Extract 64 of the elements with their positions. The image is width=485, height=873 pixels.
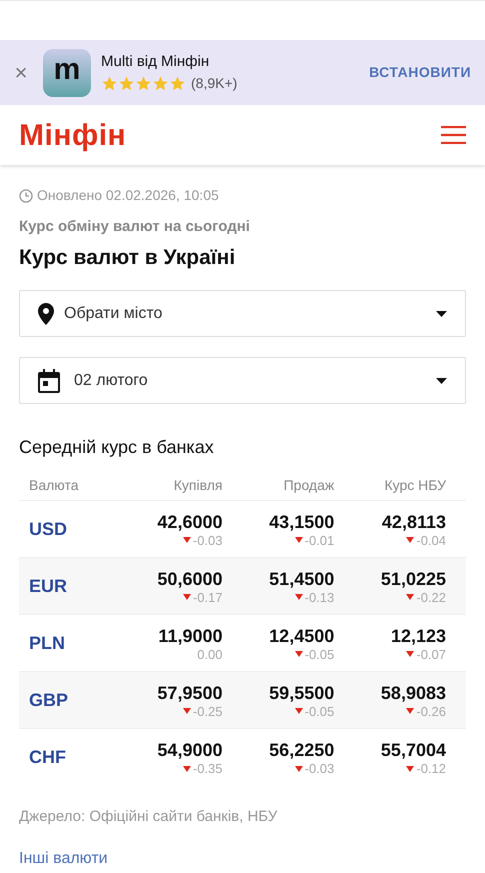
close-button[interactable]: × [14,62,28,84]
rate-value: 42,8113 [382,510,446,532]
section-title: Середній курс в банках [19,436,215,459]
calendar-icon [38,368,60,392]
rate-change: -0.07 [416,646,446,662]
rate-change: -0.26 [416,704,446,718]
currency-link[interactable]: USD [19,516,131,542]
rate-value: 50,6000 [157,568,222,590]
subtitle: Курс обміну валют на сьогодні [19,217,251,237]
dropdown-caret-icon [436,378,447,384]
rate-value: 51,4500 [269,568,334,590]
rate-change: -0.22 [416,590,446,604]
rate-change: -0.05 [304,704,334,718]
rate-change: -0.01 [304,532,334,548]
column-header: Купівля [172,476,224,495]
menu-icon[interactable] [441,126,466,144]
rate-value: 59,5500 [269,682,334,704]
rate-value: 56,2250 [269,739,334,761]
rate-value: 12,4500 [269,624,334,646]
column-header: Валюта [28,476,80,495]
star-icon [118,75,135,92]
star-icon [101,75,118,92]
column-header: Продаж [282,476,336,495]
source-note: Джерело: Офіційні сайти банків, НБУ [19,807,278,827]
rate-change: -0.35 [192,761,222,776]
site-logo[interactable]: Мінфін [19,112,126,158]
updated-time: Оновлено 02.02.2026, 10:05 [37,186,219,205]
install-button[interactable]: ВСТАНОВИТИ [369,62,471,83]
rate-value: 51,0225 [380,568,446,590]
currency-link[interactable]: CHF [19,744,131,771]
rate-value: 42,6000 [157,510,222,532]
rate-change: -0.12 [416,761,446,776]
star-icon [169,75,186,92]
rate-value: 12,123 [390,624,446,646]
rate-value: 54,9000 [157,739,222,761]
dropdown-caret-icon [436,310,447,316]
currency-link[interactable]: EUR [19,572,131,600]
other-currencies-link[interactable]: Інші валюти [19,846,108,870]
rate-value: 43,1500 [269,510,334,532]
city-select[interactable]: Обрати місто [19,290,466,337]
rate-change: -0.25 [192,704,222,718]
date-select[interactable]: 02 лютого [19,357,466,404]
page-title: Курс валют в Україні [19,244,236,270]
rate-change: -0.17 [192,590,222,604]
rate-value: 57,9500 [157,682,222,704]
column-header: Курс НБУ [383,476,447,495]
rate-change: -0.04 [416,532,446,548]
currency-link[interactable]: GBP [19,686,131,714]
location-pin-icon [38,302,54,324]
star-icon [152,75,169,92]
rate-change: -0.13 [304,590,334,604]
rate-change: -0.03 [192,532,222,548]
rate-value: 11,9000 [158,624,222,646]
rating-count: (8,9K+) [191,74,238,94]
app-icon: m [43,48,91,96]
rate-value: 58,9083 [380,682,446,704]
rate-change: 0.00 [197,646,222,662]
rate-value: 55,7004 [380,739,446,761]
clock-icon [19,188,33,202]
currency-link[interactable]: PLN [19,630,131,656]
rate-change: -0.03 [304,761,334,776]
rate-change: -0.05 [304,646,334,662]
star-icon [135,75,152,92]
app-title: Multi від Мінфін [101,52,210,72]
